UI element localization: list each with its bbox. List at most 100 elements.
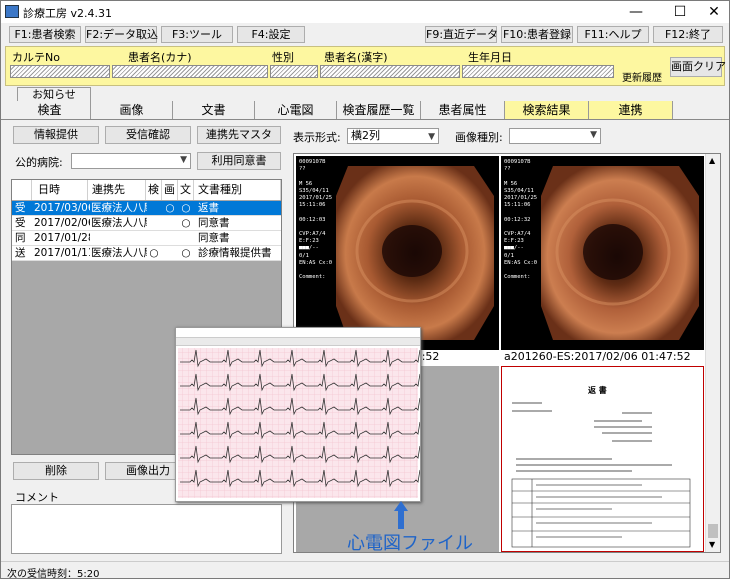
- screen-clear-button[interactable]: 画面クリア: [670, 57, 726, 77]
- tab-exam[interactable]: 検査: [9, 101, 91, 119]
- document-text-lines: [511, 402, 691, 548]
- display-format-value: 横2列: [351, 129, 380, 142]
- consent-form-button[interactable]: 利用同意書: [197, 152, 281, 170]
- cell-date: 2017/02/06: [34, 217, 90, 229]
- receive-confirm-button[interactable]: 受信確認: [105, 126, 191, 144]
- f2-data-import-button[interactable]: F2:データ取込: [85, 26, 158, 43]
- image-type-select[interactable]: ▼: [509, 128, 601, 144]
- scroll-down-icon[interactable]: ▼: [709, 540, 715, 549]
- cell-type: 受: [15, 217, 26, 229]
- arrow-up-icon: [394, 501, 408, 529]
- cell-doc: 同意書: [198, 232, 230, 244]
- status-bar: 次の受信時刻：5:20: [1, 561, 729, 579]
- endoscope-overlay-text-left: 0009107B?? M 56 S35/04/11 2017/01/25 15:11:…: [299, 159, 333, 281]
- tab-image[interactable]: 画像: [91, 101, 173, 119]
- cell-date: 2017/03/06: [34, 202, 90, 214]
- endoscope-image-right[interactable]: 0009107B?? M 56 S35/04/11 2017/01/25 15:11:…: [501, 156, 704, 350]
- grid-header-doc: 文: [178, 180, 194, 200]
- image-caption-right: a201260-ES:2017/02/06 01:47:52: [504, 350, 691, 363]
- tab-exam-history[interactable]: 検査履歴一覧: [337, 101, 421, 119]
- cell-dest: 医療法人八尾...: [91, 202, 147, 214]
- cell-doc: 返書: [198, 202, 219, 214]
- cell-type: 受: [15, 202, 26, 214]
- table-row[interactable]: 受 2017/03/06医療法人八尾... ○ ○ 返書: [12, 201, 281, 216]
- window-title: 診療工房 v2.4.31: [23, 7, 112, 20]
- karte-no-label: カルテNo: [12, 51, 60, 64]
- scrollbar-thumb[interactable]: [708, 524, 718, 538]
- ecg-titlebar: [176, 328, 420, 338]
- cell-bun: ○: [181, 247, 191, 259]
- sex-label: 性別: [272, 51, 294, 64]
- title-bar: 診療工房 v2.4.31 — ☐ ✕: [1, 1, 729, 23]
- tab-patient-attributes[interactable]: 患者属性: [421, 101, 505, 119]
- table-row[interactable]: 受 2017/02/06医療法人八尾... ○ 同意書: [12, 216, 281, 231]
- dob-field[interactable]: [462, 65, 614, 78]
- cell-date: 2017/01/11: [34, 247, 90, 259]
- tab-document[interactable]: 文書: [173, 101, 255, 119]
- cell-ken: ○: [149, 247, 159, 259]
- display-format-select[interactable]: 横2列 ▼: [347, 128, 439, 144]
- f9-recent-data-button[interactable]: F9:直近データ: [425, 26, 498, 43]
- karte-no-field[interactable]: [10, 65, 110, 78]
- tab-divider: [1, 119, 729, 120]
- cell-bun: ○: [181, 217, 191, 229]
- sex-field[interactable]: [270, 65, 318, 78]
- hospital-select[interactable]: ▼: [71, 153, 191, 169]
- table-row[interactable]: 同 2017/01/28 同意書: [12, 231, 281, 246]
- f11-help-button[interactable]: F11:ヘルプ: [577, 26, 649, 43]
- endoscope-image-left[interactable]: 0009107B?? M 56 S35/04/11 2017/01/25 15:11:…: [296, 156, 499, 350]
- endoscope-overlay-text-right: 0009107B?? M 56 S35/04/11 2017/01/25 15:11:…: [504, 159, 538, 281]
- tab-ecg[interactable]: 心電図: [255, 101, 337, 119]
- comment-textarea[interactable]: [11, 504, 282, 554]
- delete-button[interactable]: 削除: [13, 462, 99, 480]
- chevron-down-icon: ▼: [590, 130, 597, 140]
- display-format-label: 表示形式:: [293, 131, 341, 144]
- f4-settings-button[interactable]: F4:設定: [237, 26, 305, 43]
- app-icon: [5, 5, 19, 18]
- partner-master-button[interactable]: 連携先マスタ: [197, 126, 281, 144]
- grid-header-dest: 連携先: [88, 180, 146, 200]
- cell-dest: 医療法人八尾...: [91, 217, 147, 229]
- patient-kana-label: 患者名(カナ): [128, 51, 192, 64]
- cell-doc: 診療情報提供書: [198, 247, 272, 259]
- ecg-viewer-window[interactable]: [175, 327, 421, 502]
- chevron-down-icon: ▼: [428, 132, 435, 142]
- update-history-link[interactable]: 更新履歴: [622, 69, 662, 84]
- cell-date: 2017/01/28: [34, 232, 90, 244]
- scroll-up-icon[interactable]: ▲: [709, 156, 715, 165]
- close-button[interactable]: ✕: [699, 2, 729, 22]
- grid-header-exam: 検: [146, 180, 162, 200]
- cell-type: 同: [15, 232, 26, 244]
- patient-info-bar: カルテNo 患者名(カナ) 性別 患者名(漢字) 生年月日 更新履歴 画面クリア: [5, 46, 726, 86]
- f10-patient-register-button[interactable]: F10:患者登録: [501, 26, 573, 43]
- ecg-toolbar: [176, 338, 420, 346]
- dob-label: 生年月日: [468, 51, 512, 64]
- ecg-file-label: 心電図ファイル: [347, 533, 473, 554]
- document-thumbnail[interactable]: 返 書: [501, 366, 704, 552]
- cell-doc: 同意書: [198, 217, 230, 229]
- app-window: 診療工房 v2.4.31 — ☐ ✕ F1:患者検索 F2:データ取込 F3:ツ…: [0, 0, 730, 579]
- tab-search-results[interactable]: 検索結果: [505, 101, 589, 119]
- f12-exit-button[interactable]: F12:終了: [653, 26, 723, 43]
- hospital-label: 公的病院:: [15, 156, 63, 169]
- patient-kanji-label: 患者名(漢字): [324, 51, 388, 64]
- image-scrollbar[interactable]: ▲ ▼: [705, 154, 720, 552]
- grid-header-image: 画: [162, 180, 178, 200]
- minimize-button[interactable]: —: [621, 2, 651, 22]
- status-text: 次の受信時刻：5:20: [7, 569, 100, 579]
- image-type-label: 画像種別:: [455, 131, 503, 144]
- f3-tools-button[interactable]: F3:ツール: [161, 26, 233, 43]
- grid-header-type: [12, 180, 32, 200]
- patient-kanji-field[interactable]: [320, 65, 460, 78]
- cell-type: 送: [15, 247, 26, 259]
- patient-kana-field[interactable]: [112, 65, 268, 78]
- info-provide-button[interactable]: 情報提供: [13, 126, 99, 144]
- grid-header-date: 日時: [32, 180, 88, 200]
- tab-integration[interactable]: 連携: [589, 101, 673, 119]
- table-row[interactable]: 送2017/01/11医療法人八尾...○○診療情報提供書: [12, 246, 281, 261]
- tab-notice[interactable]: お知らせ: [17, 87, 91, 101]
- cell-dest: 医療法人八尾...: [91, 247, 147, 259]
- f1-patient-search-button[interactable]: F1:患者検索: [9, 26, 81, 43]
- maximize-button[interactable]: ☐: [665, 2, 695, 22]
- ecg-traces: [178, 348, 420, 498]
